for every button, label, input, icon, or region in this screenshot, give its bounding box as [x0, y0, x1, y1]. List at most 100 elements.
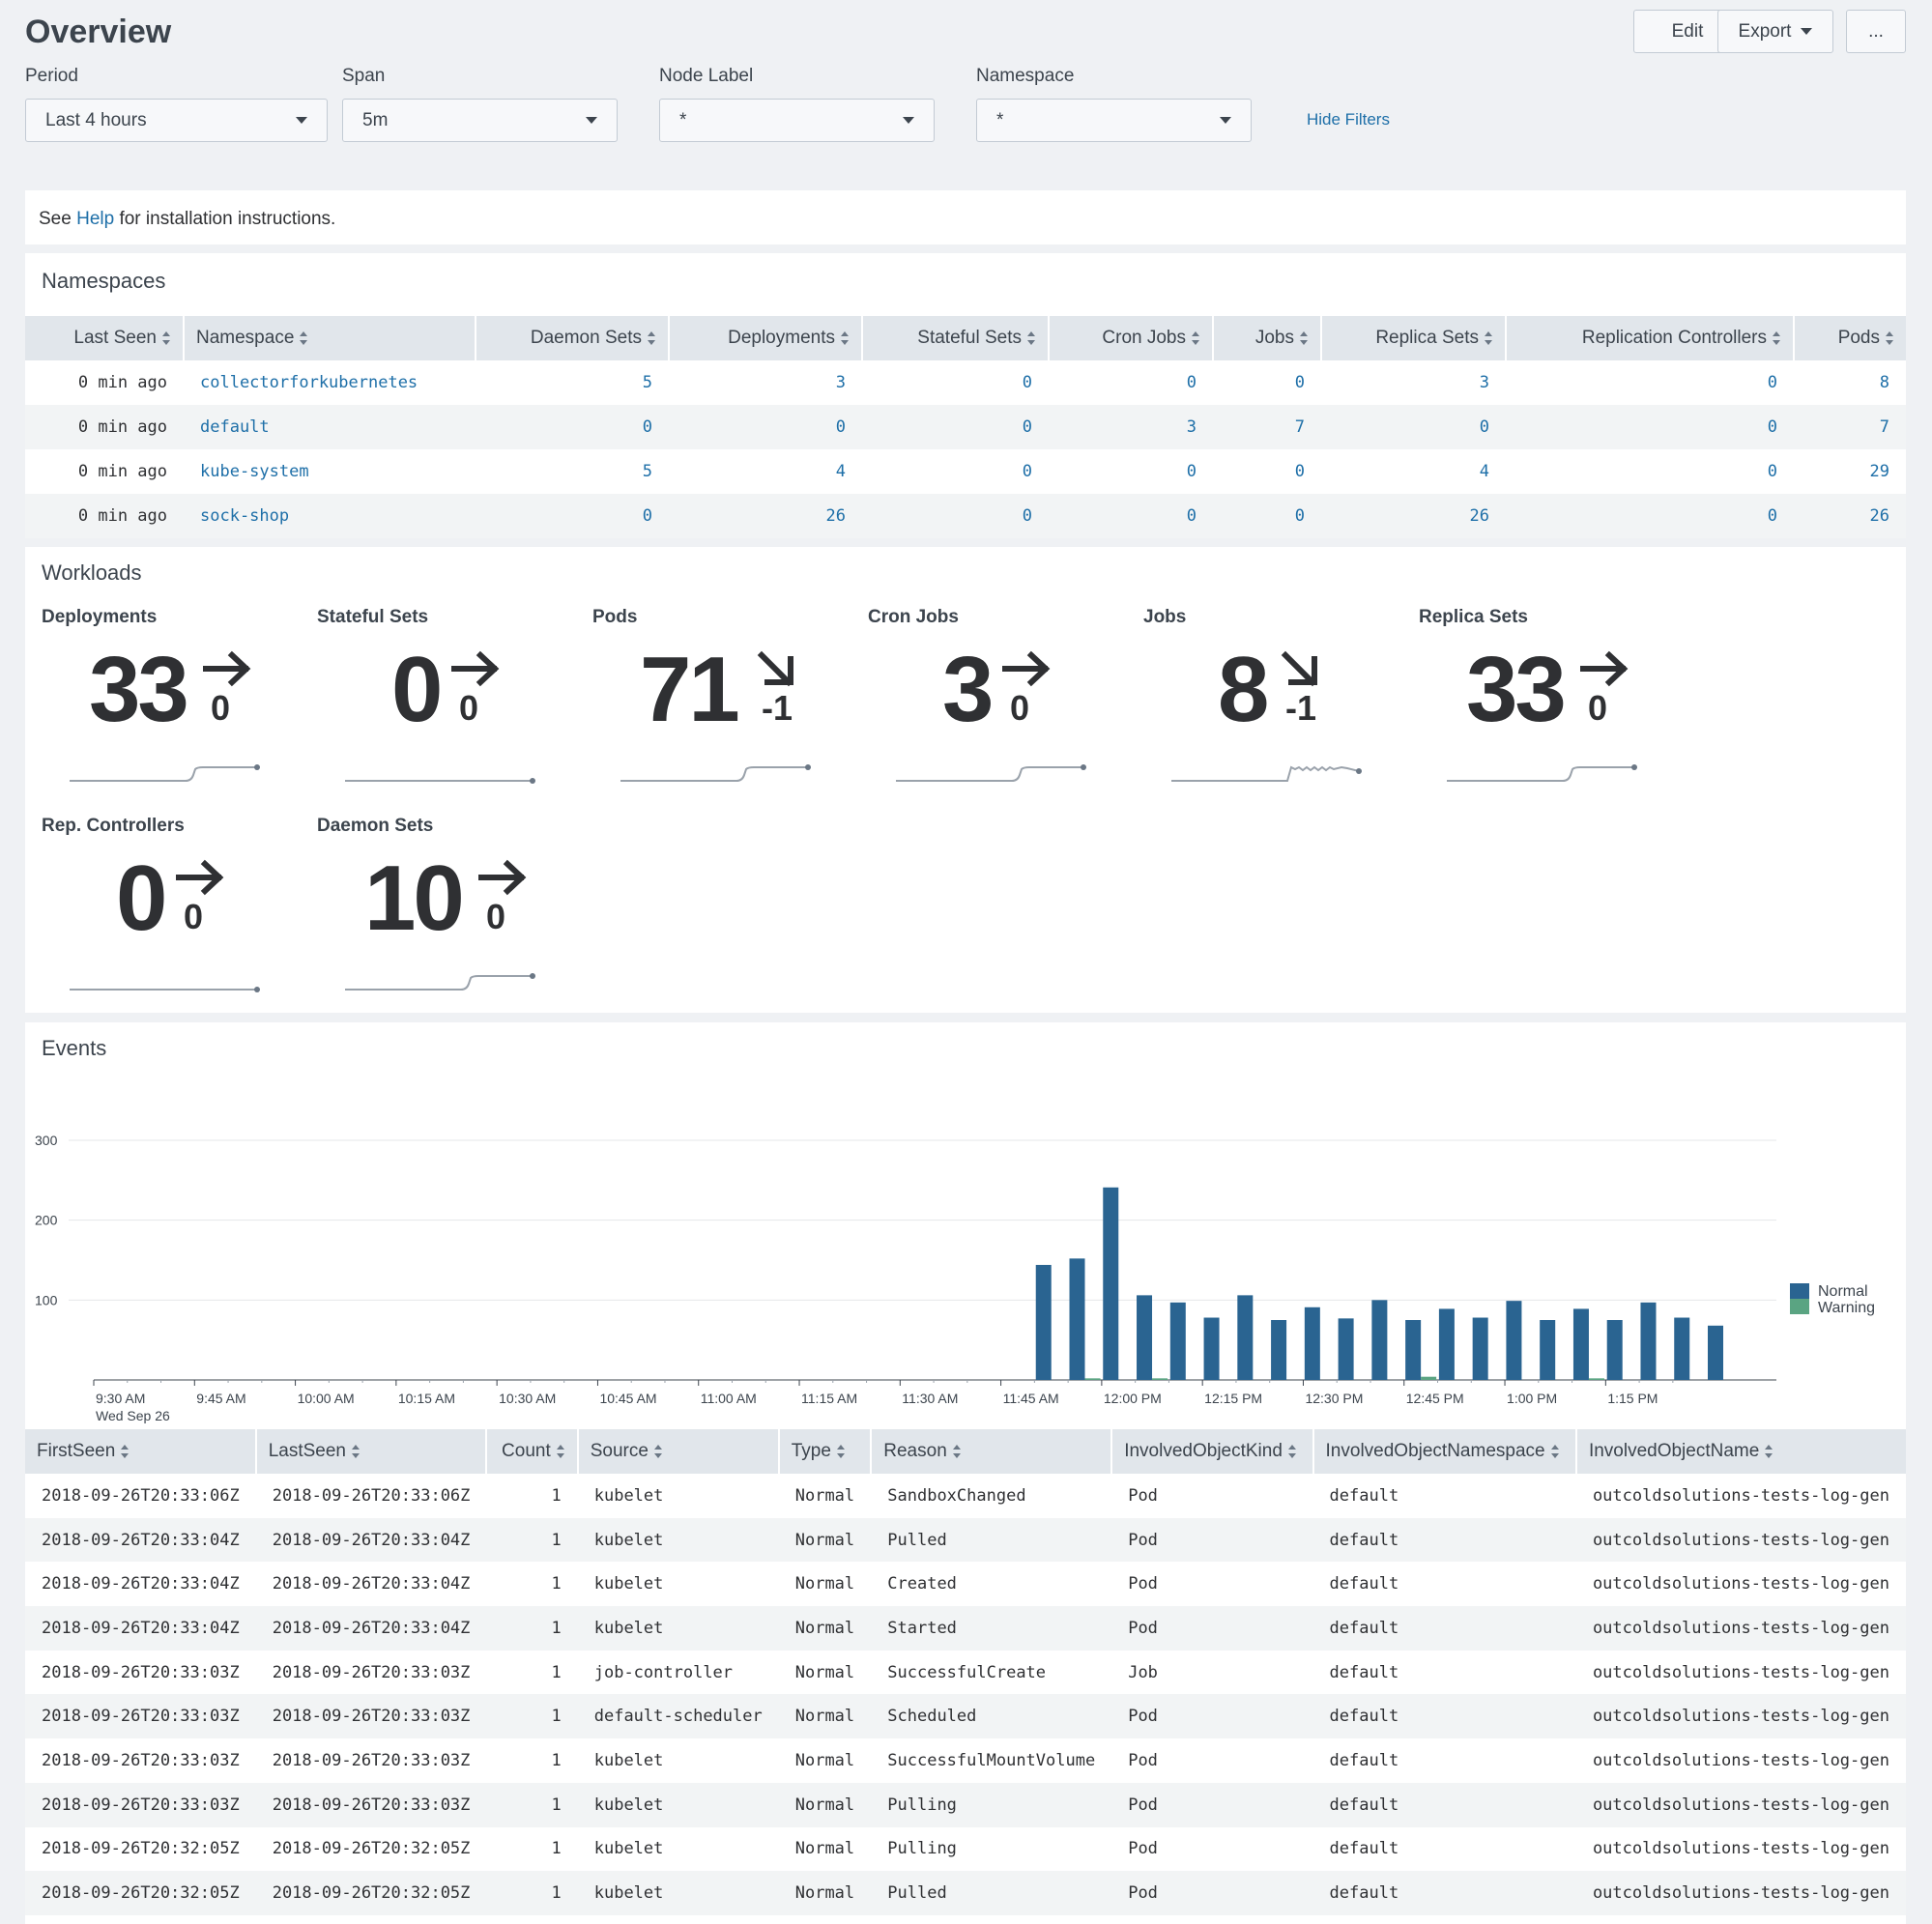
tile-value: 10 [364, 847, 465, 950]
cell-deployments[interactable]: 26 [669, 494, 862, 538]
table-row[interactable]: 2018-09-26T20:33:03Z 2018-09-26T20:33:03Z… [25, 1738, 1906, 1783]
cell-namespace[interactable]: default [184, 405, 476, 449]
cell-stateful-sets[interactable]: 0 [862, 405, 1049, 449]
table-row[interactable]: 2018-09-26T20:33:04Z 2018-09-26T20:33:04Z… [25, 1517, 1906, 1563]
cell-cron-jobs[interactable]: 0 [1049, 494, 1213, 538]
col-reason[interactable]: Reason [871, 1429, 1113, 1474]
cell-last-seen: 0 min ago [25, 494, 184, 538]
cell-daemon-sets[interactable]: 5 [476, 449, 669, 494]
cell-last-seen: 2018-09-26T20:33:04Z [272, 1574, 471, 1594]
tile-replica-sets[interactable]: Replica Sets 33 0 [1402, 607, 1663, 800]
cell-daemon-sets[interactable]: 0 [476, 405, 669, 449]
table-row[interactable]: 2018-09-26T20:33:03Z 2018-09-26T20:33:03Z… [25, 1782, 1906, 1827]
cell-jobs[interactable]: 0 [1213, 360, 1321, 405]
cell-replica-sets[interactable]: 26 [1321, 494, 1506, 538]
col-label: Replication Controllers [1581, 328, 1767, 348]
cell-reason: Started [871, 1606, 1112, 1651]
col-jobs[interactable]: Jobs [1213, 316, 1322, 360]
cell-replication-controllers[interactable]: 0 [1506, 449, 1794, 494]
x-tick-label: 12:15 PM [1204, 1391, 1262, 1406]
col-stateful-sets[interactable]: Stateful Sets [862, 316, 1050, 360]
col-label: FirstSeen [37, 1441, 116, 1461]
cell-stateful-sets[interactable]: 0 [862, 360, 1049, 405]
col-involved-object-namespace[interactable]: InvolvedObjectNamespace [1312, 1429, 1577, 1474]
tile-deployments[interactable]: Deployments 33 0 [25, 607, 286, 800]
cell-cron-jobs[interactable]: 0 [1049, 360, 1213, 405]
tile-daemon-sets[interactable]: Daemon Sets 10 0 [301, 816, 562, 1009]
col-namespace[interactable]: Namespace [184, 316, 476, 360]
tile-cron-jobs[interactable]: Cron Jobs 3 0 [851, 607, 1112, 800]
cell-deployments[interactable]: 3 [669, 360, 862, 405]
col-deployments[interactable]: Deployments [669, 316, 863, 360]
cell-replication-controllers[interactable]: 0 [1506, 494, 1794, 538]
table-row[interactable]: 2018-09-26T20:33:03Z 2018-09-26T20:33:03Z… [25, 1694, 1906, 1739]
col-involved-object-name[interactable]: InvolvedObjectName [1575, 1429, 1906, 1474]
tile-rep-controllers[interactable]: Rep. Controllers 0 0 [25, 816, 286, 1009]
cell-jobs[interactable]: 0 [1213, 494, 1321, 538]
col-involved-object-kind[interactable]: InvolvedObjectKind [1111, 1429, 1314, 1474]
bar-warning [1084, 1378, 1101, 1380]
cell-stateful-sets[interactable]: 0 [862, 494, 1049, 538]
export-button[interactable]: Export [1717, 10, 1833, 53]
namespace-select[interactable]: * [976, 99, 1252, 142]
cell-involved-object-name: outcoldsolutions-tests-log-gen [1592, 1485, 1889, 1506]
tile-stateful-sets[interactable]: Stateful Sets 0 0 [301, 607, 562, 800]
tile-jobs[interactable]: Jobs 8 -1 [1127, 607, 1388, 800]
period-select[interactable]: Last 4 hours [25, 99, 328, 142]
cell-daemon-sets[interactable]: 5 [476, 360, 669, 405]
cell-daemon-sets[interactable]: 0 [476, 494, 669, 538]
namespaces-header-row: Last Seen Namespace Daemon Sets Deployme… [25, 316, 1906, 360]
cell-replica-sets[interactable]: 0 [1321, 405, 1506, 449]
cell-namespace[interactable]: kube-system [184, 449, 476, 494]
sort-icon [653, 1444, 663, 1458]
col-last-seen[interactable]: LastSeen [255, 1429, 488, 1474]
cell-namespace[interactable]: sock-shop [184, 494, 476, 538]
cell-deployments[interactable]: 4 [669, 449, 862, 494]
col-pods[interactable]: Pods [1794, 316, 1906, 360]
tile-pods[interactable]: Pods 71 -1 [576, 607, 837, 800]
cell-namespace[interactable]: collectorforkubernetes [184, 360, 476, 405]
cell-jobs[interactable]: 0 [1213, 449, 1321, 494]
cell-stateful-sets[interactable]: 0 [862, 449, 1049, 494]
cell-deployments[interactable]: 0 [669, 405, 862, 449]
col-replica-sets[interactable]: Replica Sets [1321, 316, 1507, 360]
col-replication-controllers[interactable]: Replication Controllers [1506, 316, 1795, 360]
help-link[interactable]: Help [76, 209, 114, 229]
col-count[interactable]: Count [486, 1429, 579, 1474]
cell-source: job-controller [593, 1662, 734, 1682]
cell-pods[interactable]: 26 [1794, 494, 1906, 538]
col-cron-jobs[interactable]: Cron Jobs [1049, 316, 1214, 360]
col-daemon-sets[interactable]: Daemon Sets [476, 316, 670, 360]
cell-reason: Pulled [871, 1871, 1112, 1915]
cell-pods[interactable]: 29 [1794, 449, 1906, 494]
col-last-seen[interactable]: Last Seen [25, 316, 185, 360]
cell-cron-jobs[interactable]: 3 [1049, 405, 1213, 449]
table-row[interactable]: 2018-09-26T20:33:03Z 2018-09-26T20:33:03Z… [25, 1651, 1906, 1695]
cell-replica-sets[interactable]: 4 [1321, 449, 1506, 494]
table-row[interactable]: 2018-09-26T20:33:04Z 2018-09-26T20:33:04Z… [25, 1562, 1906, 1606]
cell-replica-sets[interactable]: 3 [1321, 360, 1506, 405]
cell-pods[interactable]: 7 [1794, 405, 1906, 449]
cell-pods[interactable]: 8 [1794, 360, 1906, 405]
cell-jobs[interactable]: 7 [1213, 405, 1321, 449]
cell-first-seen: 2018-09-26T20:33:03Z [25, 1782, 256, 1827]
table-row[interactable]: 2018-09-26T20:32:05Z 2018-09-26T20:32:05Z… [25, 1871, 1906, 1915]
span-select[interactable]: 5m [342, 99, 618, 142]
hide-filters-link[interactable]: Hide Filters [1307, 110, 1390, 129]
cell-replication-controllers[interactable]: 0 [1506, 360, 1794, 405]
more-actions-button[interactable]: ... [1846, 10, 1906, 53]
col-type[interactable]: Type [778, 1429, 873, 1474]
cell-type: Normal [778, 1606, 872, 1651]
col-source[interactable]: Source [577, 1429, 780, 1474]
col-first-seen[interactable]: FirstSeen [25, 1429, 257, 1474]
table-row[interactable]: 2018-09-26T20:33:04Z 2018-09-26T20:33:04Z… [25, 1606, 1906, 1651]
tile-title: Pods [592, 607, 638, 627]
table-row[interactable]: 2018-09-26T20:32:05Z 2018-09-26T20:32:05Z… [25, 1827, 1906, 1872]
table-row[interactable]: 2018-09-26T20:33:06Z 2018-09-26T20:33:06Z… [25, 1474, 1906, 1518]
node-label-filter: Node Label * [659, 66, 935, 142]
node-label-select[interactable]: * [659, 99, 935, 142]
y-tick-label: 100 [35, 1292, 58, 1307]
cell-replication-controllers[interactable]: 0 [1506, 405, 1794, 449]
bar-normal [1371, 1300, 1388, 1380]
cell-cron-jobs[interactable]: 0 [1049, 449, 1213, 494]
